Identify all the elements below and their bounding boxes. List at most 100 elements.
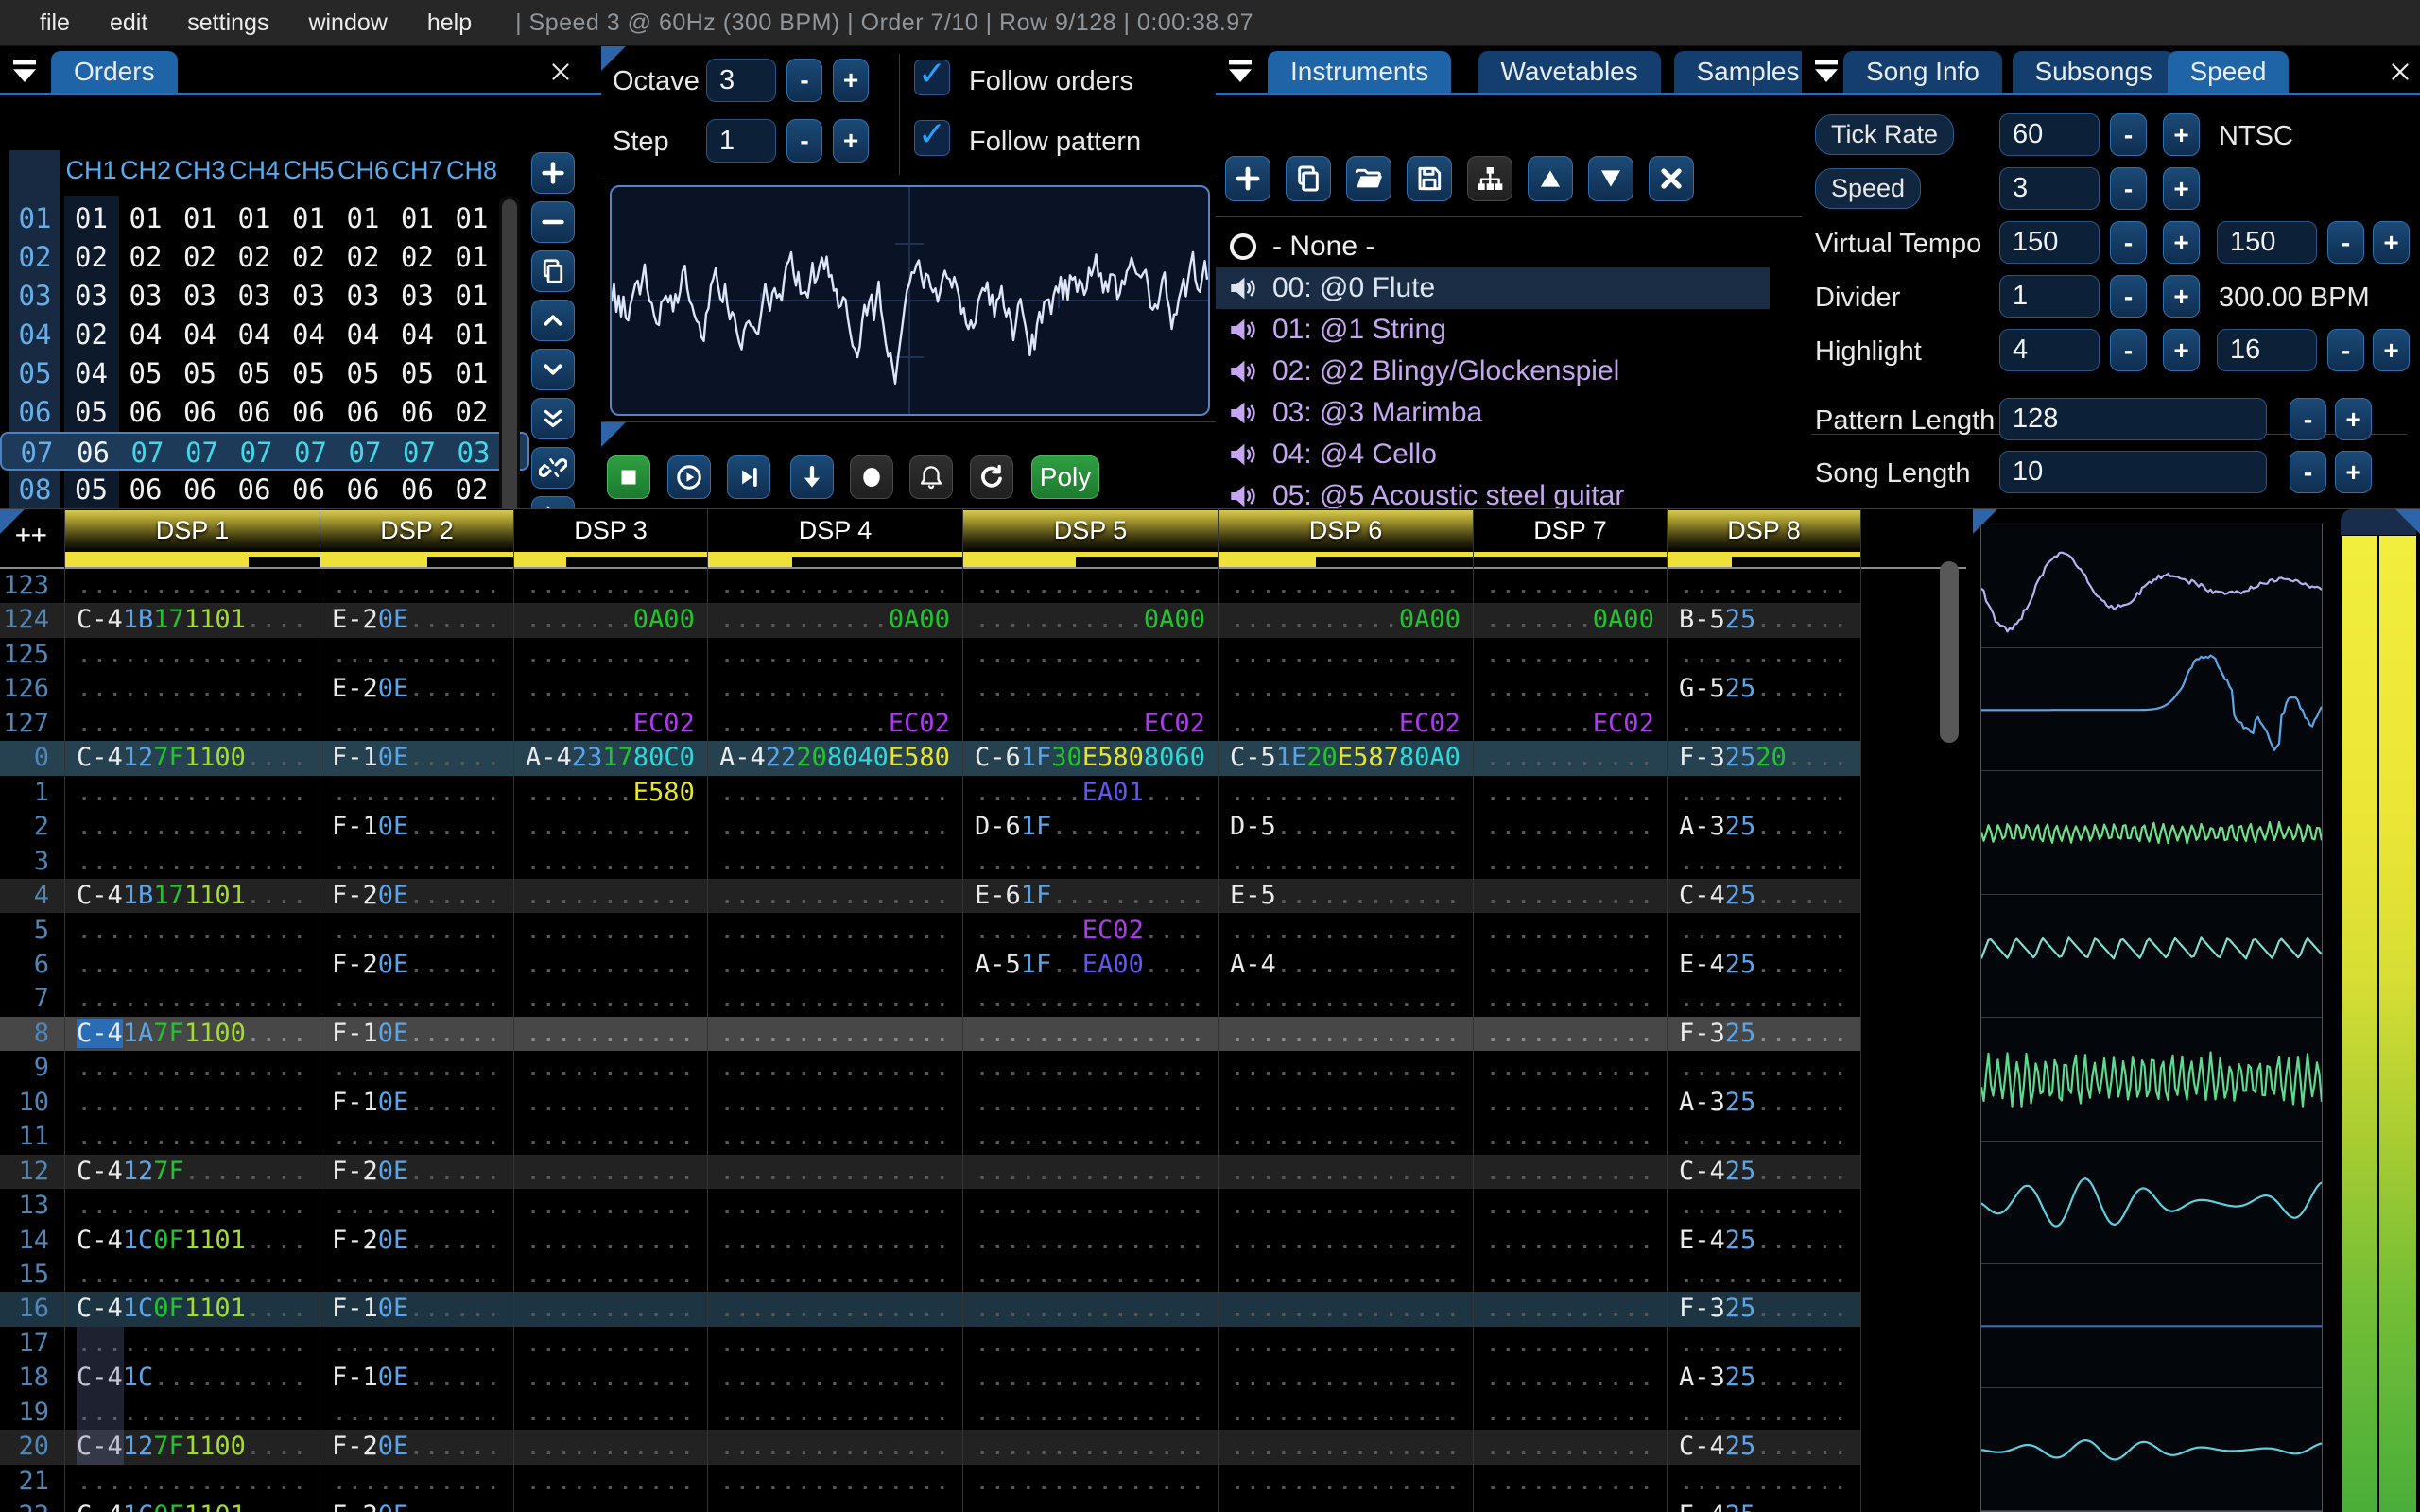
pattern-cell[interactable]: C-41B171101.... [64,603,320,637]
pattern-cell[interactable]: ............... [962,1017,1218,1051]
pattern-cell[interactable]: ............... [707,1327,962,1361]
octave-input[interactable]: 3 [706,59,776,102]
step-decrease-button[interactable]: - [786,119,822,163]
pattern-cell[interactable]: ........... [513,1258,707,1292]
pattern-cell[interactable]: ........... [513,982,707,1016]
pattern-cell[interactable]: A-325...... [1667,1086,1860,1120]
pattern-cell[interactable]: ............... [962,1258,1218,1292]
pattern-cell[interactable]: A-4............ [1218,948,1473,982]
close-icon[interactable] [2386,58,2414,86]
add-instrument-button[interactable] [1225,156,1270,201]
pattern-cell[interactable]: A-51F..EA00.... [962,948,1218,982]
pattern-cell[interactable]: ............... [64,810,320,844]
order-cell[interactable]: 03 [282,277,336,316]
pattern-cell[interactable]: ........... [1667,982,1860,1016]
pattern-cell[interactable]: ............... [707,569,962,603]
virtual-tempo-decrease-button[interactable]: - [2110,221,2147,264]
order-cell[interactable]: 01 [445,277,499,316]
order-cell[interactable]: 07 [284,434,337,472]
pattern-cell[interactable]: ........... [513,1120,707,1154]
pattern-cell[interactable]: ............... [1218,1292,1473,1326]
tick-rate-increase-button[interactable]: + [2163,113,2200,156]
pattern-cell[interactable]: .......EA01.... [962,776,1218,810]
order-cell[interactable]: 06 [282,471,336,509]
pattern-cell[interactable]: ............... [707,1465,962,1499]
pattern-cell[interactable]: .......EC02.... [962,914,1218,948]
pattern-cell[interactable]: ............... [707,1120,962,1154]
pattern-cell[interactable]: F-20E...... [320,1224,513,1258]
tab-song-info[interactable]: Song Info [1843,51,2002,93]
pattern-cell[interactable]: ............... [1218,1396,1473,1430]
pattern-cell[interactable]: ........... [320,1189,513,1223]
pattern-cell[interactable]: ...........EC02 [1218,707,1473,741]
add-order-button[interactable] [531,152,575,194]
virtual-tempo-increase-button[interactable]: + [2163,221,2200,264]
pattern-cell[interactable]: ............... [1218,638,1473,672]
pattern-cell[interactable]: ........... [1667,845,1860,879]
pattern-cell[interactable]: ............... [962,845,1218,879]
pattern-cell[interactable]: ............... [707,1292,962,1326]
pattern-cell[interactable]: ............... [64,1258,320,1292]
order-cell[interactable]: 02 [445,393,499,432]
order-cell[interactable]: 03 [173,277,227,316]
tab-samples[interactable]: Samples [1673,51,1823,93]
tab-wavetables[interactable]: Wavetables [1478,51,1661,93]
pattern-cell[interactable]: ........... [1667,569,1860,603]
order-cell[interactable]: 01 [228,199,282,238]
order-cell[interactable]: 01 [282,199,336,238]
duplicate-order-end-button[interactable] [531,398,575,439]
pattern-cell[interactable]: C-41C0F1101.... [64,1292,320,1326]
channel-header-7[interactable]: DSP 7 [1473,510,1667,552]
pattern-cell[interactable]: ............... [962,638,1218,672]
pattern-cell[interactable]: F-325...... [1667,1017,1860,1051]
pattern-cell[interactable]: ............... [707,1499,962,1512]
pattern-cell[interactable]: ........... [320,1120,513,1154]
order-cell[interactable]: 01 [445,316,499,354]
pattern-cell[interactable]: ........... [513,1499,707,1512]
pattern-cell[interactable]: ........... [1473,776,1667,810]
divider-increase-button[interactable]: + [2163,275,2200,318]
virtual-tempo-secondary-increase-button[interactable]: + [2373,221,2410,264]
order-cell[interactable]: 03 [337,277,390,316]
instrument-item[interactable]: 01: @1 String [1216,309,1770,351]
menu-item-window[interactable]: window [308,9,387,37]
pattern-cell[interactable]: ........... [1667,1189,1860,1223]
pattern-cell[interactable]: ........... [1667,1051,1860,1085]
order-cell[interactable]: 07 [121,434,175,472]
channel-header-2[interactable]: DSP 2 [320,510,513,552]
play-from-pattern-button[interactable] [727,455,770,499]
order-cell[interactable]: 04 [282,316,336,354]
channel-header-5[interactable]: DSP 5 [962,510,1218,552]
virtual-tempo-secondary-decrease-button[interactable]: - [2327,221,2364,264]
channel-header-3[interactable]: DSP 3 [513,510,707,552]
pattern-cell[interactable]: ............... [64,1189,320,1223]
instrument-item[interactable]: 04: @4 Cello [1216,434,1770,475]
order-cell[interactable]: 02 [228,238,282,277]
order-cell[interactable]: 01 [445,238,499,277]
pattern-cell[interactable]: F-20E...... [320,1430,513,1464]
pattern-cell[interactable]: A-4231780C0 [513,741,707,775]
pattern-cell[interactable]: A-325...... [1667,1361,1860,1395]
instrument-item[interactable]: 00: @0 Flute [1216,267,1770,309]
pattern-cell[interactable]: ............... [707,1224,962,1258]
order-cell[interactable]: 06 [119,471,173,509]
order-cell[interactable]: 02 [390,238,444,277]
pattern-cell[interactable]: ............... [1218,1361,1473,1395]
pattern-cell[interactable]: ............... [962,1430,1218,1464]
order-cell[interactable]: 06 [173,393,227,432]
pattern-cell[interactable]: C-61F30E5808060 [962,741,1218,775]
pattern-cell[interactable]: ............... [707,845,962,879]
pattern-cell[interactable]: ............... [962,1189,1218,1223]
pattern-cell[interactable]: ........... [1473,1051,1667,1085]
pattern-cell[interactable]: ........... [1667,638,1860,672]
pattern-cell[interactable]: ........... [1667,1327,1860,1361]
tab-speed[interactable]: Speed [2167,51,2290,93]
pattern-cell[interactable]: ........... [513,672,707,706]
pattern-cell[interactable]: ...........0A00 [962,603,1218,637]
pattern-cell[interactable]: E-5............ [1218,879,1473,913]
duplicate-instrument-button[interactable] [1286,156,1331,201]
order-cell[interactable]: 02 [445,471,499,509]
pattern-cell[interactable]: C-425...... [1667,1155,1860,1189]
pattern-cell[interactable]: ........... [1473,948,1667,982]
order-cell[interactable]: 01 [445,354,499,393]
